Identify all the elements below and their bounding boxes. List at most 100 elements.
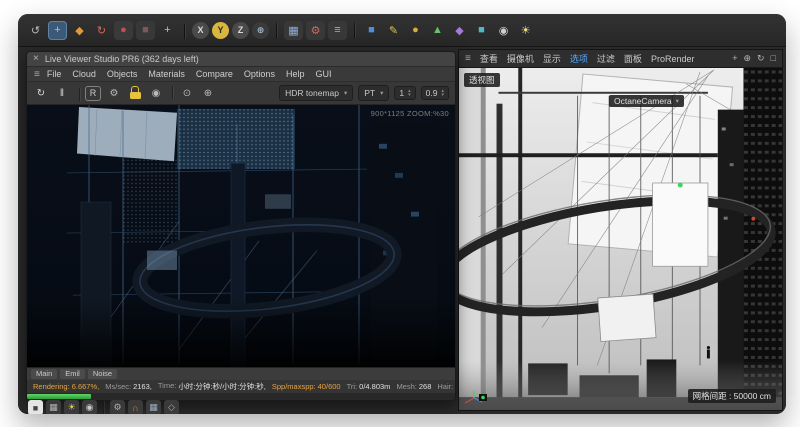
perspective-viewport[interactable]: 透视图 OctaneCamera ▾ 网格间距 : 50000 cm (459, 68, 782, 410)
workplane-axis-icon[interactable]: ◇ (164, 400, 179, 414)
samples-value: 1 (399, 88, 404, 98)
viewport-menu-item[interactable]: 显示 (543, 52, 561, 65)
resolution-zoom-overlay: 900*1125 ZOOM:%30 (371, 109, 449, 118)
deformer-icon[interactable]: ◆ (450, 21, 469, 40)
view-label-badge[interactable]: 透视图 (464, 73, 500, 87)
samples-stepper[interactable]: 1 ▴ ▾ (394, 86, 415, 100)
render-settings-icon[interactable]: ⚙ (306, 21, 325, 40)
menu-item[interactable]: GUI (315, 69, 331, 79)
zoom-view-icon[interactable]: ⊕ (743, 53, 751, 64)
grid-size-badge: 网格间距 : 50000 cm (688, 389, 776, 403)
exposure-stepper[interactable]: 0.9 ▴ ▾ (421, 86, 449, 100)
lock-icon[interactable] (127, 85, 143, 101)
focus-picker-icon[interactable]: ⊕ (200, 85, 216, 101)
move-tool-icon[interactable]: + (48, 21, 67, 40)
menu-item[interactable]: Options (244, 69, 275, 79)
view-label: 透视图 (469, 74, 495, 86)
menu-item[interactable]: Objects (107, 69, 138, 79)
chevron-down-icon: ▾ (676, 97, 679, 105)
render-progress (27, 393, 455, 400)
status-tab[interactable]: Emil (60, 369, 85, 379)
cinema4d-window: ↺ + ◆ ↻ ● ■ + X Y Z ⊕ ▦ (18, 14, 786, 414)
status-tab[interactable]: Noise (88, 369, 117, 379)
render-viewport[interactable]: 900*1125 ZOOM:%30 (27, 105, 455, 367)
viewport-panel: ≡ 查看 摄像机 显示 选项 过滤 面板 (458, 49, 783, 411)
viewport-menu-item[interactable]: 过滤 (597, 52, 615, 65)
viewport-menu-item[interactable]: 查看 (480, 52, 498, 65)
kernel-select[interactable]: PT ▾ (358, 85, 389, 101)
workspace: ≡ 查看 摄像机 显示 选项 过滤 面板 (18, 47, 786, 414)
pause-icon[interactable]: ‖ (54, 85, 70, 101)
status-segment: Mesh:268 (396, 382, 431, 391)
snap-magnet-icon[interactable]: ∩ (128, 400, 143, 414)
menu-item[interactable]: Compare (196, 69, 233, 79)
spline-pen-icon[interactable]: ✎ (384, 21, 403, 40)
grid-snap-icon[interactable]: ▦ (146, 400, 161, 414)
viewport-render-icon[interactable]: ■ (28, 400, 43, 414)
last-tool-icon[interactable]: ● (114, 21, 133, 40)
stepper-arrows-icon[interactable]: ▴ ▾ (441, 89, 444, 97)
menu-item[interactable]: Materials (148, 69, 185, 79)
menu-item[interactable]: Help (286, 69, 305, 79)
step-down-icon[interactable]: ▾ (441, 93, 444, 97)
live-viewer-titlebar[interactable]: × Live Viewer Studio PR6 (362 days left) (27, 52, 455, 67)
stepper-arrows-icon[interactable]: ▴ ▾ (408, 89, 411, 97)
toolbar-controls: HDR tonemap ▾ PT ▾ 1 ▴ ▾ (279, 85, 449, 101)
environment-icon[interactable]: ■ (472, 21, 491, 40)
status-tabs: MainEmilNoise (27, 367, 455, 380)
z-axis-lock-icon[interactable]: Z (232, 22, 249, 39)
light-icon[interactable]: ☀ (516, 21, 535, 40)
scale-tool-icon[interactable]: ◆ (70, 21, 89, 40)
bottom-toolbar: ■ ▦ ☀ ◉ ⚙ ∩ ▦ ◇ (28, 400, 179, 414)
picture-viewer-icon[interactable]: ▦ (46, 400, 61, 414)
viewport-menu-item[interactable]: 选项 (570, 52, 588, 65)
status-segment: Ms/sec:2163, (105, 382, 152, 391)
live-viewer-toolbar: ↻ ‖ R ⚙ ◉ ⊙ ⊕ (27, 82, 455, 105)
chevron-down-icon: ▾ (380, 89, 383, 97)
render-view-icon[interactable]: ▦ (284, 21, 303, 40)
material-picker-icon[interactable]: ⊙ (179, 85, 195, 101)
add-cube-icon[interactable]: ■ (362, 21, 381, 40)
close-icon[interactable]: × (33, 54, 39, 64)
gears-icon[interactable]: ⚙ (110, 400, 125, 414)
viewport-menu-item[interactable]: 摄像机 (507, 52, 534, 65)
x-axis-lock-icon[interactable]: X (192, 22, 209, 39)
viewport-menu-item[interactable]: 面板 (624, 52, 642, 65)
pan-view-icon[interactable]: + (732, 53, 737, 64)
rotate-view-icon[interactable]: ↻ (757, 53, 765, 64)
menu-icon[interactable]: ≡ (34, 69, 40, 80)
region-render-icon[interactable]: R (85, 86, 101, 101)
sphere-icon[interactable]: ● (406, 21, 425, 40)
main-toolbar: ↺ + ◆ ↻ ● ■ + X Y Z ⊕ ▦ (18, 14, 786, 47)
settings-gear-icon[interactable]: ⚙ (106, 85, 122, 101)
menu-item[interactable]: File (47, 69, 62, 79)
menu-items: File Cloud Objects Materials Compare Options H… (47, 69, 332, 79)
grid-size-label: 网格间距 : 50000 cm (693, 390, 771, 402)
camera-label-badge[interactable]: OctaneCamera ▾ (609, 95, 684, 107)
camera-icon[interactable]: ◉ (82, 400, 97, 414)
step-down-icon[interactable]: ▾ (408, 93, 411, 97)
status-tab[interactable]: Main (31, 369, 57, 379)
menu-item[interactable]: Cloud (72, 69, 96, 79)
y-axis-lock-icon[interactable]: Y (212, 22, 229, 39)
undo-icon[interactable]: ↺ (26, 21, 45, 40)
axis-gizmo-icon (463, 390, 489, 406)
rotate-tool-icon[interactable]: ↻ (92, 21, 111, 40)
coord-system-icon[interactable]: ⊕ (252, 22, 269, 39)
camera-lock-icon[interactable]: ◉ (148, 85, 164, 101)
sync-icon[interactable]: ↻ (33, 85, 49, 101)
render-queue-icon[interactable]: ≡ (328, 21, 347, 40)
toggle-view-icon[interactable]: □ (771, 53, 776, 64)
viewport-menubar: ≡ 查看 摄像机 显示 选项 过滤 面板 (459, 50, 782, 68)
viewport-menu-item[interactable]: ProRender (651, 54, 695, 64)
sun-light-icon[interactable]: ☀ (64, 400, 79, 414)
status-segment: Time:小时:分钟:秒/小时:分钟:秒, (158, 381, 266, 392)
mograph-icon[interactable]: ▲ (428, 21, 447, 40)
right-render-scene (459, 68, 782, 410)
add-icon[interactable]: + (158, 21, 177, 40)
workplane-icon[interactable]: ■ (136, 21, 155, 40)
viewport-menu-items: 查看 摄像机 显示 选项 过滤 面板 ProRender (480, 52, 695, 65)
tonemap-select[interactable]: HDR tonemap ▾ (279, 85, 353, 101)
panel-menu-icon[interactable]: ≡ (465, 53, 471, 64)
camera-icon[interactable]: ◉ (494, 21, 513, 40)
